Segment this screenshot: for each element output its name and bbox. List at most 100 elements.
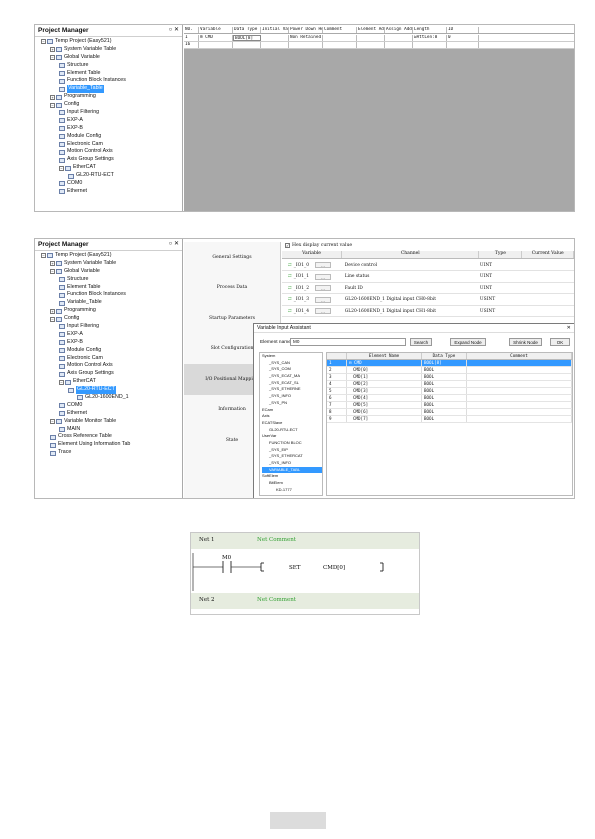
dialog-tree-item[interactable]: _SYS_EIP [262,447,322,454]
dialog-tree-item[interactable]: UserVar [262,433,322,440]
tree-item[interactable]: COM0 [37,180,182,188]
table-cell[interactable] [413,42,447,48]
element-name-input[interactable]: M0 [290,338,406,346]
grid-row[interactable]: 8 CMD[6] BOOL [327,409,572,416]
table-cell[interactable] [385,35,413,41]
tree-item[interactable]: Element Table [37,284,182,292]
tree-item[interactable]: Axis Group Settings [37,370,182,378]
tree-item[interactable]: Trace [37,449,182,457]
table-cell[interactable] [357,42,385,48]
nav-item[interactable]: General Settings [184,242,280,273]
network-1-comment[interactable]: Net Comment [257,537,296,543]
tree-item[interactable]: Element Table [37,70,182,78]
expand-toggle-icon[interactable]: + [50,308,55,314]
dialog-tree-item[interactable]: GL20-RTU-ECT [262,427,322,434]
tree-item[interactable]: Axis Group Settings [37,156,182,164]
browse-button[interactable]: … [315,262,331,268]
tree-item[interactable]: Structure [37,62,182,70]
browse-button[interactable]: … [315,273,331,280]
dialog-tree-item[interactable]: _SYS_CAN [262,360,322,367]
tree-item[interactable]: − Config [37,101,182,109]
tree-item[interactable]: Variable_Table [37,85,182,94]
expand-toggle-icon[interactable]: − [50,55,55,61]
mapping-variable-cell[interactable]: ⇄ _IO1_0… [282,262,343,268]
tree-item[interactable]: Electronic Cam [37,141,182,149]
dialog-tree-item[interactable]: BitElem [262,480,322,487]
dialog-tree-item[interactable]: ECATSlave [262,420,322,427]
dialog-tree-item[interactable]: _SYS_ETHERCAT [262,453,322,460]
dialog-tree-item[interactable]: _SYS_ETHERNE [262,386,322,393]
tree-item[interactable]: Structure [37,276,182,284]
dialog-tree-item[interactable]: SoftElem [262,473,322,480]
dialog-tree-item[interactable]: _SYS_INFO [262,460,322,467]
tree-item[interactable]: Input Filtering [37,109,182,117]
tree-item[interactable]: EXP-B [37,125,182,133]
dialog-tree-item[interactable]: System [262,353,322,360]
column-header[interactable]: Element Addr. [357,27,385,33]
mapping-row[interactable]: ⇄ _IO1_2 … Fault ID UINT [282,283,574,294]
tree-item[interactable]: Input Filtering [37,323,182,331]
hex-display-option[interactable]: ✓ Hex display current value [285,243,352,248]
panel-controls[interactable]: ○ ✕ [169,26,179,33]
dialog-tree-item[interactable]: Axis [262,413,322,420]
tree-item[interactable]: EXP-A [37,331,182,339]
tree-item[interactable]: EXP-A [37,117,182,125]
table-cell[interactable] [289,42,323,48]
tree-item[interactable]: − Variable Monitor Table [37,418,182,426]
table-cell[interactable] [323,35,357,41]
tree-item[interactable]: − Config [37,315,182,323]
tree-item[interactable]: Function Block Instances [37,77,182,85]
expand-toggle-icon[interactable]: − [50,102,55,108]
column-header[interactable]: Assign Addr [385,27,413,33]
grid-row[interactable]: 4 CMD[2] BOOL [327,381,572,388]
tree-item[interactable]: Motion Control Axis [37,362,182,370]
column-header[interactable]: Variable [199,27,233,33]
mapping-variable-cell[interactable]: ⇄ _IO1_4… [282,308,343,314]
mapping-row[interactable]: ⇄ _IO1_0 … Device control UINT [282,260,574,271]
shrink-node-button[interactable]: Shrink Node [509,338,542,346]
dialog-tree-item[interactable]: _SYS_ECAT_MA [262,373,322,380]
table-cell[interactable] [447,42,479,48]
tree-item[interactable]: Motion Control Axis [37,148,182,156]
ok-button[interactable]: OK [550,338,570,346]
table-cell[interactable] [261,35,289,41]
dialog-tree-item[interactable]: _SYS_ECAT_SL [262,380,322,387]
dialog-tree-item[interactable]: FUNCTION BLOC [262,440,322,447]
expand-toggle-icon[interactable]: − [50,316,55,322]
tree-item[interactable]: Electronic Cam [37,355,182,363]
tree-item[interactable]: + Programming [37,307,182,315]
expand-toggle-icon[interactable]: − [59,379,64,385]
grid-row[interactable]: 6 CMD[4] BOOL [327,395,572,402]
tree-item[interactable]: + System Variable Table [37,46,182,54]
column-header[interactable]: NO. [184,27,199,33]
expand-toggle-icon[interactable]: + [50,94,55,100]
browse-button[interactable]: … [315,296,331,303]
tree-item[interactable]: − Global Variable [37,54,182,62]
expand-toggle-icon[interactable]: + [50,47,55,53]
mapping-row[interactable]: ⇄ _IO1_3 … GL20-1600END_1 Digital input CH0… [282,295,574,306]
grid-row[interactable]: 5 CMD[3] BOOL [327,388,572,395]
table-cell[interactable]: 0 [447,35,479,41]
tree-item[interactable]: Module Config [37,347,182,355]
column-header[interactable]: Length [413,27,447,33]
mapping-row[interactable]: ⇄ _IO1_4 … GL20-1600END_1 Digital input CH1… [282,306,574,317]
expand-toggle-icon[interactable]: − [41,39,46,45]
table-cell[interactable]: BOOL[8] [233,35,261,41]
mapping-row[interactable]: ⇄ _IO1_1 … Line status UINT [282,272,574,283]
browse-button[interactable]: … [315,308,331,314]
expand-toggle-icon[interactable]: − [50,269,55,275]
panel-controls[interactable]: ○ ✕ [169,240,179,247]
table-cell[interactable] [385,42,413,48]
grid-row[interactable]: 2 CMD[0] BOOL [327,367,572,374]
tree-item[interactable]: GL20-RTU-ECT [37,386,182,395]
tree-item[interactable]: Element Using Information Tab [37,441,182,449]
dialog-tree-item[interactable]: _SYS_COM [262,366,322,373]
expand-toggle-icon[interactable]: + [50,261,55,267]
close-icon[interactable]: ✕ [567,325,571,331]
tree-item[interactable]: Module Config [37,133,182,141]
table-cell[interactable] [323,42,357,48]
tree-item[interactable]: GL20-RTU-ECT [37,172,182,180]
tree-item[interactable]: Ethernet [37,188,182,196]
expand-node-button[interactable]: Expand Node [450,338,486,346]
browse-button[interactable]: … [315,285,331,291]
